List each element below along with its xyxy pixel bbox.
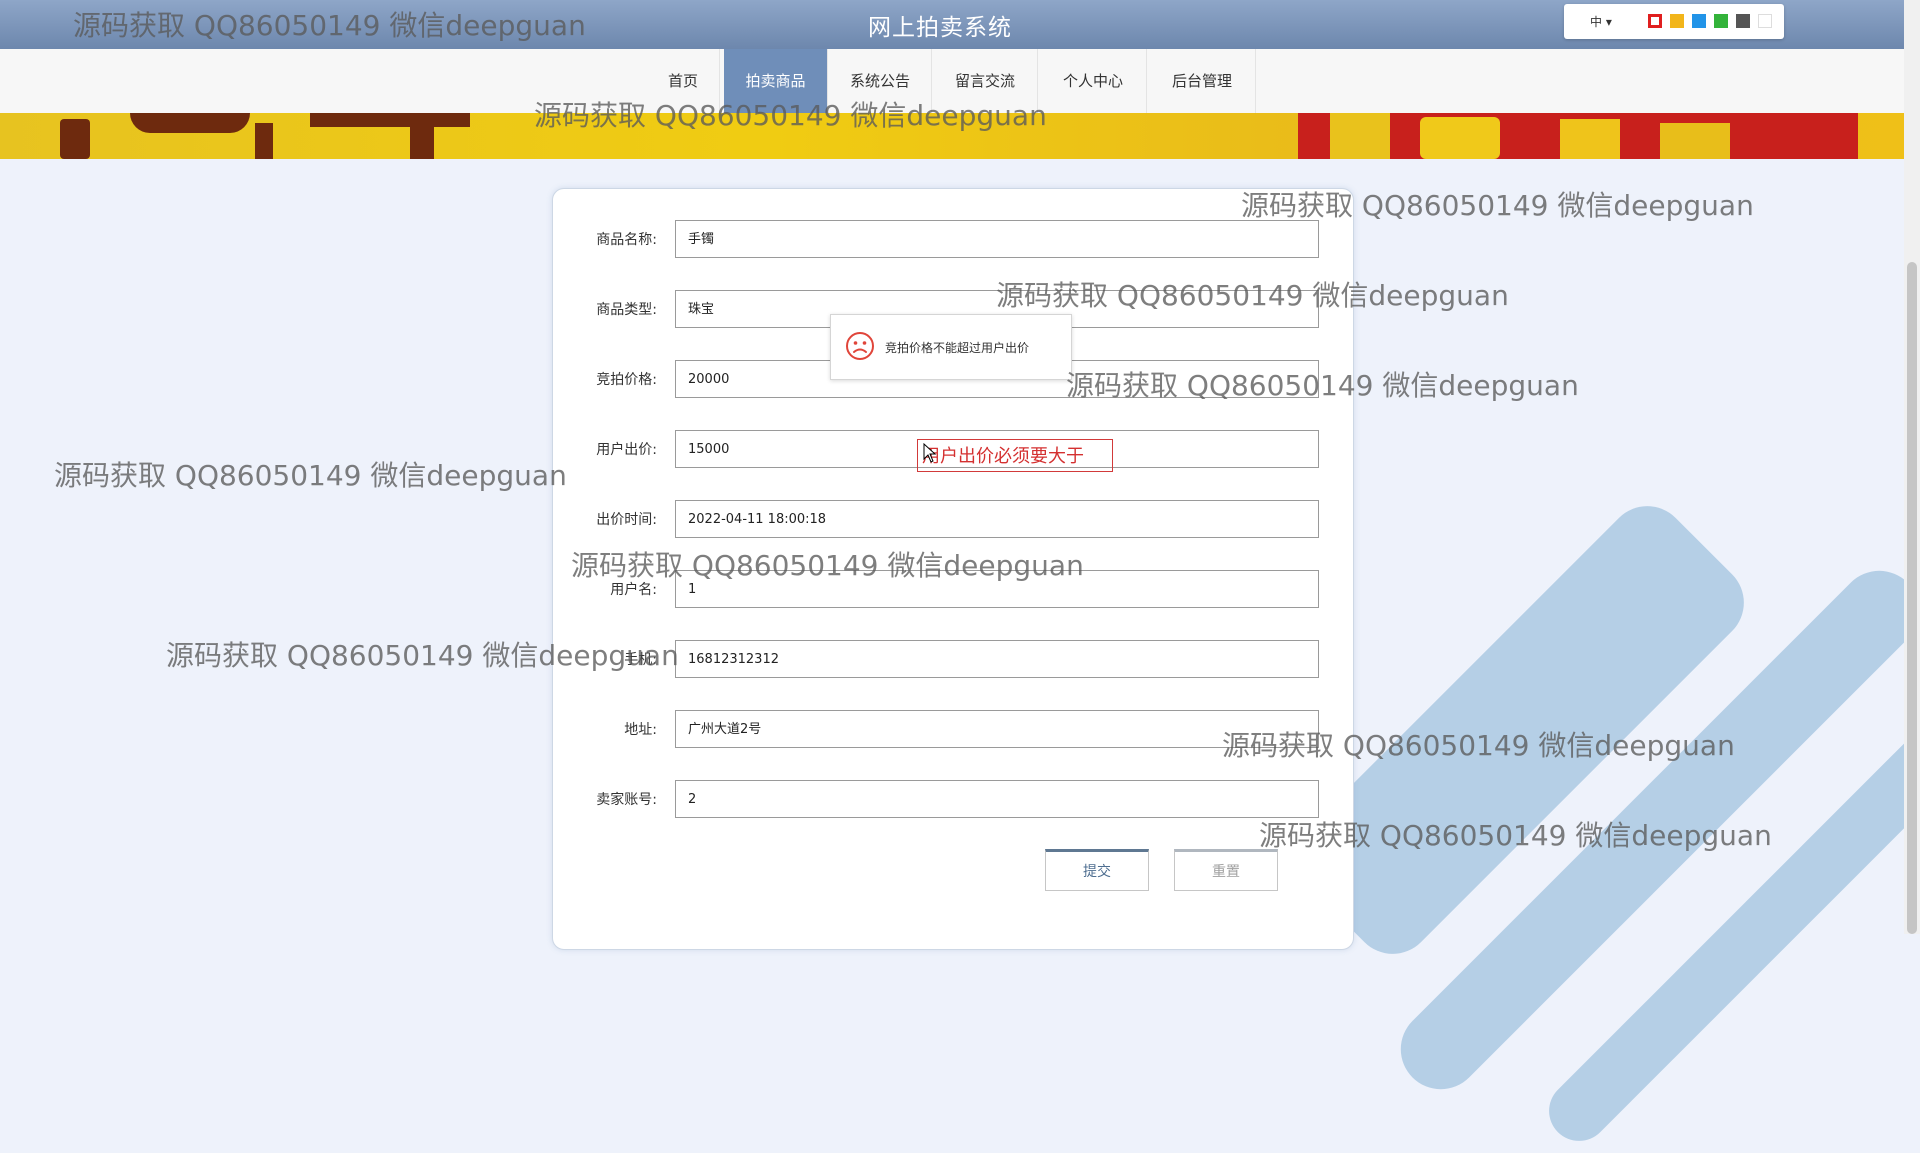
product-name-input[interactable]: 手镯 bbox=[675, 220, 1319, 258]
watermark: 源码获取 QQ86050149 微信deepguan bbox=[996, 279, 1509, 312]
watermark: 源码获取 QQ86050149 微信deepguan bbox=[1222, 729, 1735, 762]
toolbar-box: 中 ▾ bbox=[1564, 4, 1784, 39]
field-label: 用户出价: bbox=[596, 442, 657, 458]
watermark: 源码获取 QQ86050149 微信deepguan bbox=[1066, 369, 1579, 402]
toast-message: 竞拍价格不能超过用户出价 bbox=[885, 341, 1030, 355]
form-row: 卖家账号: 2 bbox=[553, 780, 1353, 820]
error-toast: 竞拍价格不能超过用户出价 bbox=[830, 314, 1072, 380]
reset-button[interactable]: 重置 bbox=[1174, 849, 1278, 891]
seller-account-input[interactable]: 2 bbox=[675, 780, 1319, 818]
mouse-cursor-icon bbox=[923, 443, 937, 463]
field-label: 卖家账号: bbox=[596, 792, 657, 808]
watermark: 源码获取 QQ86050149 微信deepguan bbox=[1241, 189, 1754, 222]
theme-swatch-green[interactable] bbox=[1714, 14, 1728, 28]
sad-face-icon bbox=[846, 332, 874, 360]
watermark: 源码获取 QQ86050149 微信deepguan bbox=[54, 459, 567, 492]
watermark: 源码获取 QQ86050149 微信deepguan bbox=[1259, 819, 1772, 852]
field-label: 出价时间: bbox=[596, 512, 657, 528]
submit-button[interactable]: 提交 bbox=[1045, 849, 1149, 891]
language-label: 中 bbox=[1590, 15, 1603, 29]
nav-item-admin[interactable]: 后台管理 bbox=[1149, 49, 1256, 113]
scrollbar-thumb[interactable] bbox=[1907, 262, 1917, 934]
watermark: 源码获取 QQ86050149 微信deepguan bbox=[73, 9, 586, 42]
field-label: 商品类型: bbox=[596, 302, 657, 318]
field-label: 竞拍价格: bbox=[596, 372, 657, 388]
theme-swatch-white[interactable] bbox=[1758, 14, 1772, 28]
validation-error: 用户出价必须要大于 bbox=[917, 439, 1113, 472]
theme-swatch-yellow[interactable] bbox=[1670, 14, 1684, 28]
language-selector[interactable]: 中 ▾ bbox=[1590, 13, 1612, 30]
field-label: 地址: bbox=[624, 722, 657, 738]
watermark: 源码获取 QQ86050149 微信deepguan bbox=[534, 99, 1047, 132]
field-label: 商品名称: bbox=[596, 232, 657, 248]
theme-swatch-red[interactable] bbox=[1648, 14, 1662, 28]
phone-input[interactable]: 16812312312 bbox=[675, 640, 1319, 678]
watermark: 源码获取 QQ86050149 微信deepguan bbox=[166, 639, 679, 672]
theme-swatch-gray[interactable] bbox=[1736, 14, 1750, 28]
bid-time-input[interactable]: 2022-04-11 18:00:18 bbox=[675, 500, 1319, 538]
watermark: 源码获取 QQ86050149 微信deepguan bbox=[571, 549, 1084, 582]
form-row: 出价时间: 2022-04-11 18:00:18 bbox=[553, 500, 1353, 540]
form-row: 商品名称: 手镯 bbox=[553, 220, 1353, 260]
nav-item-personal-center[interactable]: 个人中心 bbox=[1040, 49, 1147, 113]
theme-swatch-blue[interactable] bbox=[1692, 14, 1706, 28]
